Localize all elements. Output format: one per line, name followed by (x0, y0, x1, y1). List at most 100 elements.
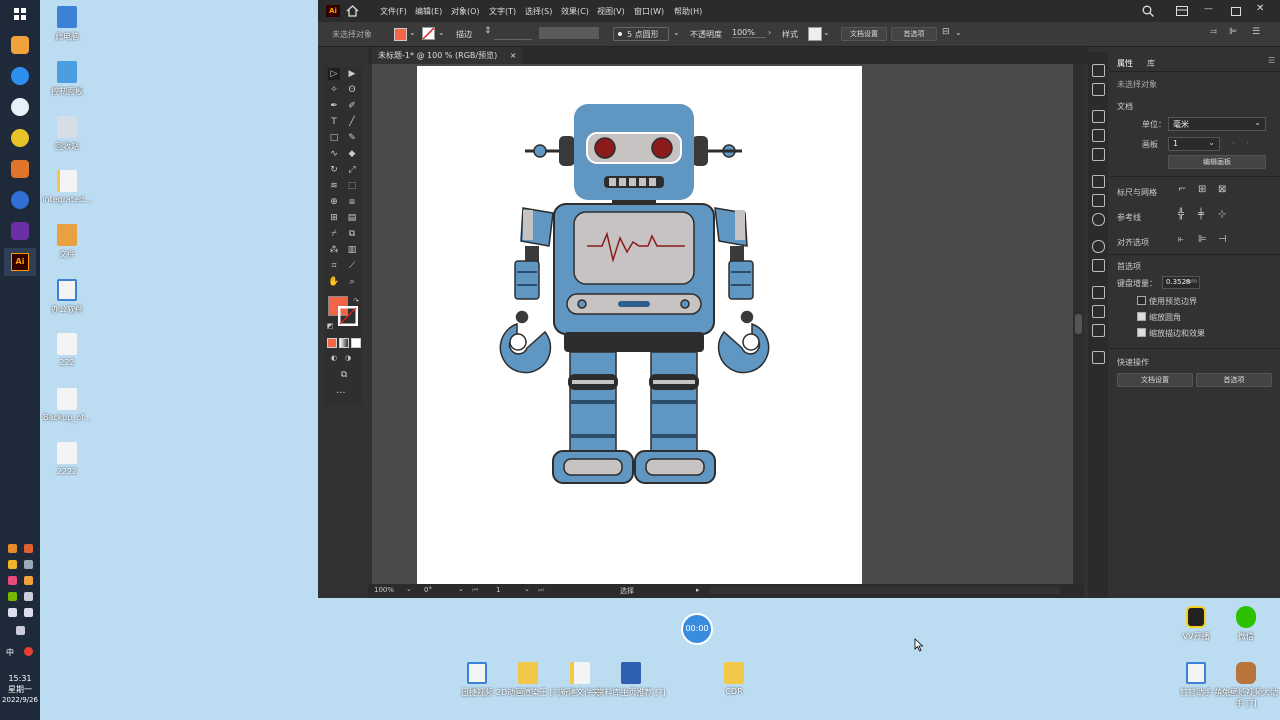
scale-corners-checkbox[interactable] (1137, 312, 1146, 321)
pen-tool-icon[interactable]: ✒ (328, 100, 340, 112)
recording-timer[interactable]: 00:00 (681, 613, 713, 645)
align-artboard-icon[interactable]: ⊣ (1218, 234, 1227, 245)
spade-panel-icon[interactable] (1092, 148, 1105, 161)
rotate-tool-icon[interactable]: ↻ (328, 164, 340, 176)
blend-tool-icon[interactable]: ⧉ (346, 228, 358, 240)
guides-icon[interactable]: ╬ (1178, 209, 1184, 220)
desktop-icon-integrated[interactable]: integrated... (32, 170, 102, 204)
warp-tool-icon[interactable]: ≋ (328, 180, 340, 192)
canvas-vertical-scrollbar[interactable] (1073, 64, 1084, 584)
zoom-tool-icon[interactable]: ⌕ (346, 276, 358, 288)
transform-panel-icon[interactable] (1092, 259, 1105, 272)
tray-monitor-icon[interactable] (24, 592, 33, 601)
windows-start-icon[interactable] (11, 5, 29, 23)
smart-guides-icon[interactable]: ⊹ (1218, 209, 1226, 220)
artboard-select[interactable]: 1 ⌄ (1168, 137, 1220, 151)
align-icon-2[interactable]: ⊫ (1229, 27, 1237, 37)
desktop-icon-this-pc[interactable]: 此电脑 (32, 6, 102, 42)
artboard-prev-icon[interactable]: ‹ (1232, 138, 1235, 147)
draw-mode-icon[interactable]: ◐ (328, 352, 340, 364)
desktop-icon-library[interactable]: 资料库主页推荐 [?] (596, 662, 666, 698)
club-panel-icon[interactable] (1092, 129, 1105, 142)
keyboard-increment-input[interactable]: 0.3528 mm (1162, 276, 1200, 289)
tray-cloud-icon[interactable] (24, 576, 33, 585)
menu-effect[interactable]: 效果(C) (561, 6, 589, 17)
opacity-label[interactable]: 不透明度 (690, 29, 722, 40)
home-icon[interactable] (346, 5, 359, 17)
quick-preferences-button[interactable]: 首选项 (1196, 373, 1272, 387)
shape-builder-tool-icon[interactable]: ⊕ (328, 196, 340, 208)
default-colors-icon[interactable]: ◩ (324, 320, 336, 332)
image-panel-icon[interactable] (1092, 110, 1105, 123)
align-selection-icon[interactable]: ⊫ (1198, 234, 1207, 245)
desktop-icon-files[interactable]: 文件 (32, 224, 102, 260)
gradient-mode-icon[interactable] (339, 338, 349, 348)
draw-inside-icon[interactable]: ◑ (342, 352, 354, 364)
ime-indicator[interactable]: 中 (6, 647, 14, 658)
more-tools-icon[interactable]: ··· (336, 388, 346, 399)
status-menu-arrow[interactable]: ▸ (696, 586, 700, 594)
menu-window[interactable]: 窗口(W) (634, 6, 664, 17)
purple-app-icon[interactable] (11, 222, 29, 240)
slice-tool-icon[interactable]: ⟋ (346, 260, 358, 272)
desktop-icon-222[interactable]: 222 (32, 333, 102, 367)
fill-swatch[interactable] (394, 28, 407, 41)
grid-icon[interactable]: ⊞ (1198, 184, 1206, 195)
paintbrush-tool-icon[interactable]: ✎ (346, 132, 358, 144)
tray-flower-icon[interactable] (8, 576, 17, 585)
comments-panel-icon[interactable] (1092, 351, 1105, 364)
brush-dropdown-arrow[interactable]: ⌄ (673, 28, 680, 37)
quick-doc-setup-button[interactable]: 文档设置 (1117, 373, 1193, 387)
tab-close-icon[interactable]: × (510, 51, 517, 60)
direct-selection-tool-icon[interactable]: ▶ (346, 68, 358, 80)
maximize-button[interactable] (1231, 7, 1241, 16)
scroll-thumb[interactable] (1075, 314, 1082, 334)
tray-window-icon[interactable] (24, 560, 33, 569)
align-key-object-icon[interactable]: ⫦ (1178, 234, 1184, 245)
variable-width-dropdown[interactable] (539, 27, 599, 39)
zoom-select[interactable]: 100% (374, 586, 394, 594)
document-tab[interactable]: 未标题-1* @ 100 % (RGB/预览) × (372, 47, 523, 64)
fill-dropdown-icon[interactable]: ⌄ (409, 28, 416, 37)
style-swatch[interactable] (808, 27, 822, 41)
workspace-icon[interactable] (1176, 6, 1188, 16)
settings-flower-icon[interactable] (11, 98, 29, 116)
stroke-color-box[interactable] (338, 306, 358, 326)
menu-file[interactable]: 文件(F) (380, 6, 407, 17)
chrome-icon[interactable] (11, 129, 29, 147)
opacity-input[interactable]: 100% (732, 28, 766, 38)
units-select[interactable]: 毫米 ⌄ (1168, 117, 1266, 131)
magic-wand-tool-icon[interactable]: ✧ (328, 84, 340, 96)
desktop-icon-recycle-bin[interactable]: 回收站 (32, 116, 102, 152)
transparency-grid-icon[interactable]: ⊠ (1218, 184, 1226, 195)
desktop-icon-office[interactable]: 办公软件 (32, 279, 102, 315)
graph-tool-icon[interactable]: ▥ (346, 244, 358, 256)
cartoon-app-icon[interactable] (11, 160, 29, 178)
arrange-documents-icon[interactable]: ⊟ (942, 27, 950, 37)
desktop-icon-2222[interactable]: 2222 (32, 442, 102, 476)
rulers-icon[interactable]: ⌐ (1178, 184, 1186, 195)
zoom-dropdown-arrow[interactable]: ⌄ (406, 585, 412, 593)
curvature-tool-icon[interactable]: ✐ (346, 100, 358, 112)
menu-help[interactable]: 帮助(H) (674, 6, 702, 17)
style-dropdown-arrow[interactable]: ⌄ (823, 28, 830, 37)
browser-icon[interactable] (11, 67, 29, 85)
rotation-select[interactable]: 0° (424, 586, 432, 594)
preferences-button[interactable]: 首选项 (891, 27, 937, 41)
lock-guides-icon[interactable]: ╪ (1198, 209, 1204, 220)
h-scrollbar[interactable] (710, 587, 1060, 594)
use-preview-bounds-checkbox[interactable] (1137, 296, 1146, 305)
menu-lines-panel-icon[interactable] (1092, 175, 1105, 188)
volume-icon[interactable] (8, 608, 17, 617)
arrange-dropdown-arrow[interactable]: ⌄ (955, 28, 962, 37)
tray-nvidia-icon[interactable] (8, 592, 17, 601)
menu-edit[interactable]: 编辑(E) (415, 6, 442, 17)
search-icon[interactable] (1142, 5, 1154, 17)
export-panel-icon[interactable] (1092, 305, 1105, 318)
artboard-dropdown-arrow[interactable]: ⌄ (524, 585, 530, 593)
panel-menu-icon[interactable]: ☰ (1252, 27, 1260, 37)
eyedropper-tool-icon[interactable]: ⌿ (328, 228, 340, 240)
menu-select[interactable]: 选择(S) (525, 6, 552, 17)
gradient-panel-icon[interactable] (1092, 194, 1105, 207)
transparency-panel-icon[interactable] (1092, 213, 1105, 226)
